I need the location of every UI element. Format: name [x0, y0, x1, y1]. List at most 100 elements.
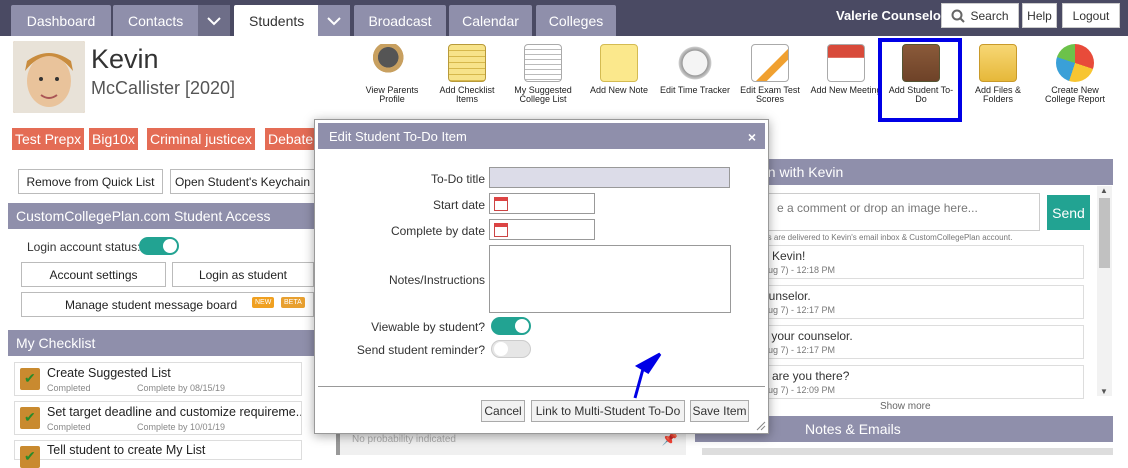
- new-badge: NEW: [252, 297, 275, 308]
- conversation-scrollbar[interactable]: ▲ ▼: [1097, 186, 1112, 396]
- complete-by-label: Complete by date: [390, 224, 485, 238]
- student-last-name: McCallister [2020]: [91, 78, 236, 98]
- checklist-title: Create Suggested List: [47, 366, 171, 380]
- checklist-status: Completed: [47, 383, 91, 393]
- checklist-title: Set target deadline and customize requir…: [47, 405, 301, 419]
- create-college-report-action[interactable]: Create New College Report: [1039, 42, 1111, 104]
- message-item: n are you there? Aug 7) - 12:09 PM: [741, 365, 1084, 399]
- beta-badge: BETA: [281, 297, 305, 308]
- suggested-college-list-action[interactable]: My Suggested College List: [507, 42, 579, 104]
- save-item-button[interactable]: Save Item: [690, 400, 749, 422]
- edit-time-tracker-action[interactable]: Edit Time Tracker: [659, 42, 731, 95]
- message-item: e Kevin! Aug 7) - 12:18 PM: [741, 245, 1084, 279]
- remove-tag-icon[interactable]: x: [128, 131, 135, 147]
- open-keychain-button[interactable]: Open Student's Keychain: [170, 169, 315, 194]
- tab-broadcast[interactable]: Broadcast: [354, 5, 446, 36]
- highlight-box: [878, 38, 962, 122]
- remove-tag-icon[interactable]: x: [245, 131, 252, 147]
- checklist-done-icon: [20, 407, 40, 429]
- message-item: s your counselor. Aug 7) - 12:17 PM: [741, 325, 1084, 359]
- login-as-student-button[interactable]: Login as student: [172, 262, 314, 287]
- login-status-toggle[interactable]: [139, 237, 179, 255]
- login-status-label: Login account status:: [27, 240, 141, 254]
- pie-report-icon: [1056, 44, 1094, 82]
- students-dropdown-toggle[interactable]: [318, 5, 350, 36]
- viewable-toggle[interactable]: [491, 317, 531, 335]
- tab-calendar[interactable]: Calendar: [449, 5, 532, 36]
- student-access-header: CustomCollegePlan.com Student Access: [8, 203, 314, 229]
- checklist-due: Complete by 10/01/19: [137, 422, 226, 432]
- calendar-icon[interactable]: [494, 197, 508, 211]
- tab-dashboard[interactable]: Dashboard: [11, 5, 111, 36]
- reminder-toggle[interactable]: [491, 340, 531, 358]
- checklist-item[interactable]: Tell student to create My List: [14, 440, 302, 468]
- notes-list: [702, 448, 1113, 455]
- tag-label: Criminal justice: [150, 131, 245, 147]
- folder-icon: [979, 44, 1017, 82]
- user-name: Valerie Counselor: [836, 8, 946, 23]
- checklist-done-icon: [20, 368, 40, 390]
- remove-quick-list-button[interactable]: Remove from Quick List: [18, 169, 163, 194]
- notes-textarea[interactable]: [489, 245, 731, 313]
- chevron-down-icon: [327, 16, 341, 25]
- search-button[interactable]: Search: [941, 3, 1019, 28]
- contacts-dropdown-toggle[interactable]: [198, 5, 230, 36]
- modal-title: Edit Student To-Do Item: [329, 128, 467, 144]
- account-settings-button[interactable]: Account settings: [21, 262, 166, 287]
- add-new-meeting-action[interactable]: Add New Meeting: [810, 42, 882, 95]
- close-icon[interactable]: ×: [748, 129, 756, 145]
- tab-colleges[interactable]: Colleges: [536, 5, 616, 36]
- message-date: Aug 7) - 12:09 PM: [762, 385, 836, 395]
- add-new-note-action[interactable]: Add New Note: [583, 42, 655, 95]
- modal-divider: [318, 386, 765, 387]
- chevron-down-icon: [207, 16, 221, 25]
- message-date: Aug 7) - 12:18 PM: [762, 265, 836, 275]
- resize-handle-icon[interactable]: [756, 421, 766, 431]
- tab-label: Contacts: [128, 12, 184, 29]
- todo-title-input[interactable]: [489, 167, 730, 188]
- help-button[interactable]: Help: [1022, 3, 1057, 28]
- student-photo-icon: [13, 41, 85, 113]
- show-more-link[interactable]: Show more: [880, 401, 931, 412]
- scroll-down-icon[interactable]: ▼: [1100, 387, 1108, 396]
- conversation-header: on with Kevin: [740, 159, 1113, 185]
- tag-debate: Debate: [265, 128, 315, 150]
- viewable-label: Viewable by student?: [371, 320, 485, 334]
- link-multi-student-button[interactable]: Link to Multi-Student To-Do: [531, 400, 685, 422]
- message-text: ounselor.: [762, 289, 811, 303]
- tab-students[interactable]: Students: [234, 5, 350, 36]
- action-label: Add New Meeting: [810, 85, 882, 95]
- remove-tag-icon[interactable]: x: [74, 131, 81, 147]
- search-label: Search: [970, 8, 1009, 23]
- complete-by-input[interactable]: [489, 219, 595, 240]
- tab-label: Dashboard: [26, 12, 96, 29]
- checklist-item[interactable]: Set target deadline and customize requir…: [14, 401, 302, 435]
- start-date-label: Start date: [432, 198, 485, 212]
- scroll-up-icon[interactable]: ▲: [1100, 186, 1108, 195]
- cancel-button[interactable]: Cancel: [481, 400, 525, 422]
- action-label: Edit Time Tracker: [659, 85, 731, 95]
- note-icon: [600, 44, 638, 82]
- logout-button[interactable]: Logout: [1062, 3, 1120, 28]
- student-first-name: Kevin: [91, 44, 159, 74]
- view-parents-profile-action[interactable]: View Parents Profile: [356, 42, 428, 104]
- calendar-icon[interactable]: [494, 223, 508, 237]
- comment-input[interactable]: e a comment or drop an image here...: [741, 193, 1040, 231]
- add-files-folders-action[interactable]: Add Files & Folders: [962, 42, 1034, 104]
- search-icon: [951, 9, 966, 23]
- checklist-due: Complete by 08/15/19: [137, 383, 226, 393]
- scrollbar-thumb[interactable]: [1099, 198, 1110, 268]
- checklist-done-icon: [20, 446, 40, 468]
- message-item: ounselor. Aug 7) - 12:17 PM: [741, 285, 1084, 319]
- start-date-input[interactable]: [489, 193, 595, 214]
- edit-exam-scores-action[interactable]: Edit Exam Test Scores: [734, 42, 806, 104]
- pointer-arrow-icon: [633, 352, 662, 399]
- tag-test-prep: Test Prep x: [12, 128, 85, 150]
- reminder-label: Send student reminder?: [356, 343, 485, 357]
- tag-label: Debate: [268, 131, 314, 147]
- tab-contacts[interactable]: Contacts: [113, 5, 230, 36]
- tab-label: Broadcast: [368, 12, 432, 29]
- checklist-item[interactable]: Create Suggested List Completed Complete b…: [14, 362, 302, 396]
- send-button[interactable]: Send: [1047, 195, 1090, 230]
- add-checklist-items-action[interactable]: Add Checklist Items: [431, 42, 503, 104]
